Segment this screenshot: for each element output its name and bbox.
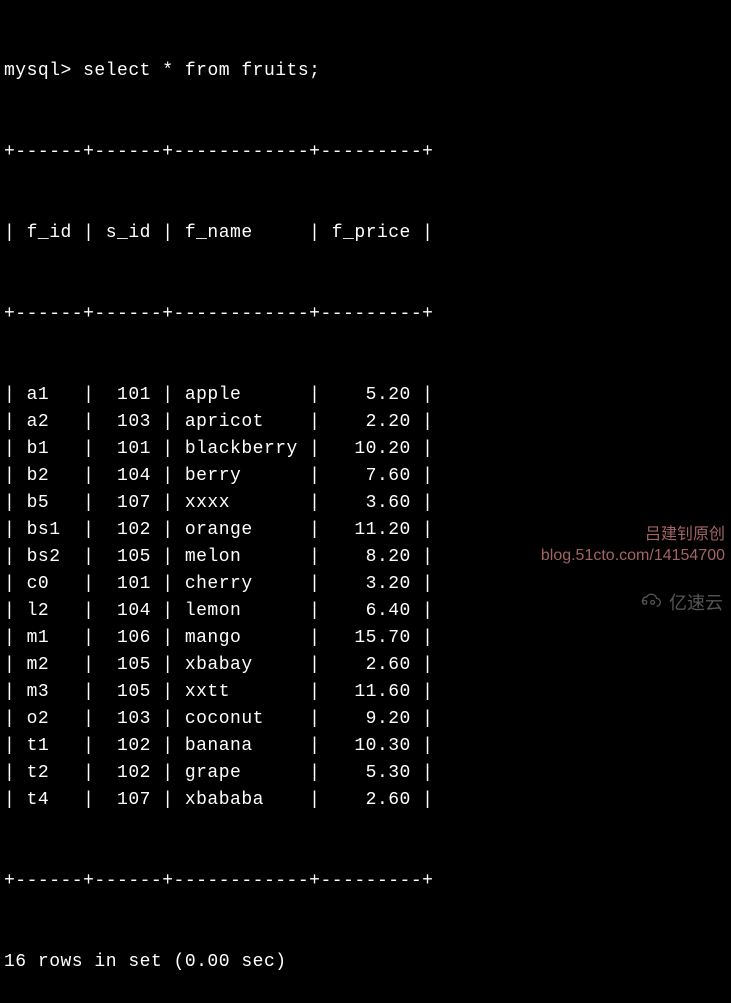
watermark-author-url: blog.51cto.com/14154700 — [541, 546, 725, 567]
border-bottom: +------+------+------------+---------+ — [4, 868, 727, 895]
watermark-site-text: 亿速云 — [669, 590, 723, 617]
query-line: mysql> select * from fruits; — [4, 58, 727, 85]
terminal-output: mysql> select * from fruits; +------+---… — [4, 4, 727, 1003]
cloud-icon — [637, 590, 663, 617]
header-row: | f_id | s_id | f_name | f_price | — [4, 220, 727, 247]
table-row: | b5 | 107 | xxxx | 3.60 | — [4, 490, 727, 517]
table-row: | m3 | 105 | xxtt | 11.60 | — [4, 679, 727, 706]
table-row: | t1 | 102 | banana | 10.30 | — [4, 733, 727, 760]
table-row: | b1 | 101 | blackberry | 10.20 | — [4, 436, 727, 463]
table-row: | l2 | 104 | lemon | 6.40 | — [4, 598, 727, 625]
sql-query: select * from fruits; — [83, 61, 320, 81]
table-row: | t2 | 102 | grape | 5.30 | — [4, 760, 727, 787]
watermark-site: 亿速云 — [637, 590, 723, 617]
table-body: | a1 | 101 | apple | 5.20 || a2 | 103 | … — [4, 382, 727, 814]
prompt: mysql> — [4, 61, 72, 81]
table-row: | m2 | 105 | xbabay | 2.60 | — [4, 652, 727, 679]
watermark-author-name: 吕建钊原创 — [541, 525, 725, 546]
table-row: | t4 | 107 | xbababa | 2.60 | — [4, 787, 727, 814]
border-mid: +------+------+------------+---------+ — [4, 301, 727, 328]
table-row: | a2 | 103 | apricot | 2.20 | — [4, 409, 727, 436]
table-row: | o2 | 103 | coconut | 9.20 | — [4, 706, 727, 733]
watermark-author: 吕建钊原创 blog.51cto.com/14154700 — [541, 525, 725, 567]
table-row: | b2 | 104 | berry | 7.60 | — [4, 463, 727, 490]
table-row: | a1 | 101 | apple | 5.20 | — [4, 382, 727, 409]
table-row: | c0 | 101 | cherry | 3.20 | — [4, 571, 727, 598]
footer-line: 16 rows in set (0.00 sec) — [4, 949, 727, 976]
border-top: +------+------+------------+---------+ — [4, 139, 727, 166]
table-row: | m1 | 106 | mango | 15.70 | — [4, 625, 727, 652]
